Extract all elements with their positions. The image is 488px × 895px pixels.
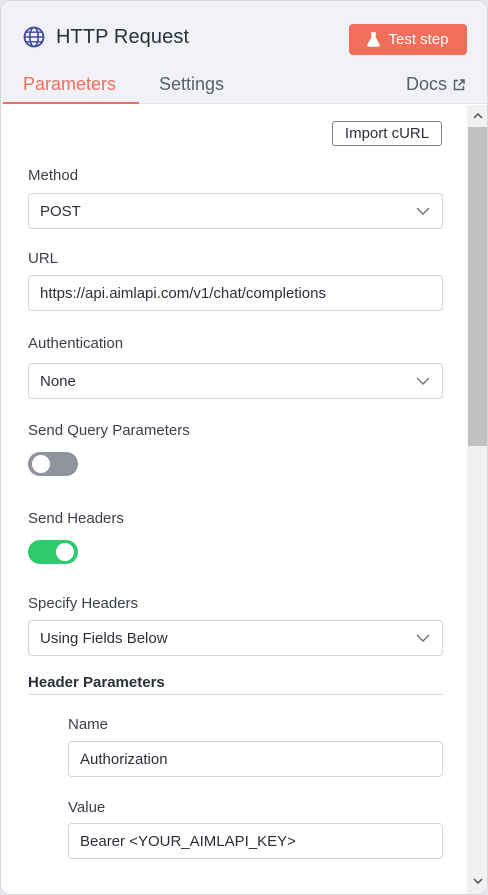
scroll-down-arrow-icon[interactable] (473, 878, 483, 884)
header-parameters-title: Header Parameters (28, 674, 165, 691)
chevron-down-icon (416, 207, 430, 215)
chevron-down-icon (416, 377, 430, 385)
specify-headers-value: Using Fields Below (40, 629, 168, 647)
authentication-value: None (40, 372, 76, 390)
header-name-value: Authorization (80, 750, 168, 768)
specify-headers-label: Specify Headers (28, 595, 139, 612)
send-query-toggle[interactable] (28, 452, 78, 476)
node-panel: HTTP Request Test step Parameters Settin… (0, 0, 488, 895)
node-title: HTTP Request (56, 26, 190, 48)
header-name-label: Name (68, 716, 109, 733)
external-link-icon (453, 78, 465, 90)
scroll-up-arrow-icon[interactable] (473, 113, 483, 119)
docs-label: Docs (406, 74, 448, 94)
panel-header: HTTP Request Test step Parameters Settin… (1, 1, 487, 104)
scrollbar-thumb[interactable] (468, 127, 487, 446)
url-value: https://api.aimlapi.com/v1/chat/completi… (40, 284, 326, 302)
send-headers-label: Send Headers (28, 510, 124, 527)
flask-icon (367, 32, 381, 47)
section-divider (28, 694, 443, 695)
globe-icon (23, 26, 45, 48)
chevron-down-icon (416, 634, 430, 642)
send-headers-toggle[interactable] (28, 540, 78, 564)
authentication-select[interactable]: None (28, 363, 443, 399)
toggle-knob (56, 543, 74, 561)
active-tab-indicator (3, 102, 139, 104)
specify-headers-select[interactable]: Using Fields Below (28, 620, 443, 656)
tab-settings[interactable]: Settings (159, 74, 224, 95)
send-query-label: Send Query Parameters (28, 422, 190, 439)
url-label: URL (28, 250, 59, 267)
tab-parameters[interactable]: Parameters (23, 74, 116, 95)
header-value-label: Value (68, 799, 106, 816)
docs-link[interactable]: Docs (406, 74, 465, 95)
method-select[interactable]: POST (28, 193, 443, 229)
test-step-button[interactable]: Test step (349, 24, 467, 55)
method-label: Method (28, 167, 79, 184)
header-name-input[interactable]: Authorization (68, 741, 443, 777)
url-input[interactable]: https://api.aimlapi.com/v1/chat/completi… (28, 275, 443, 311)
authentication-label: Authentication (28, 335, 124, 352)
header-value-value: Bearer <YOUR_AIMLAPI_KEY> (80, 832, 296, 850)
method-value: POST (40, 202, 81, 220)
import-curl-button[interactable]: Import cURL (332, 121, 442, 146)
toggle-knob (32, 455, 50, 473)
test-step-label: Test step (388, 31, 449, 48)
scrollbar[interactable] (467, 105, 487, 894)
header-value-input[interactable]: Bearer <YOUR_AIMLAPI_KEY> (68, 823, 443, 859)
parameters-content: Import cURL Method POST URL https://api.… (1, 105, 467, 894)
